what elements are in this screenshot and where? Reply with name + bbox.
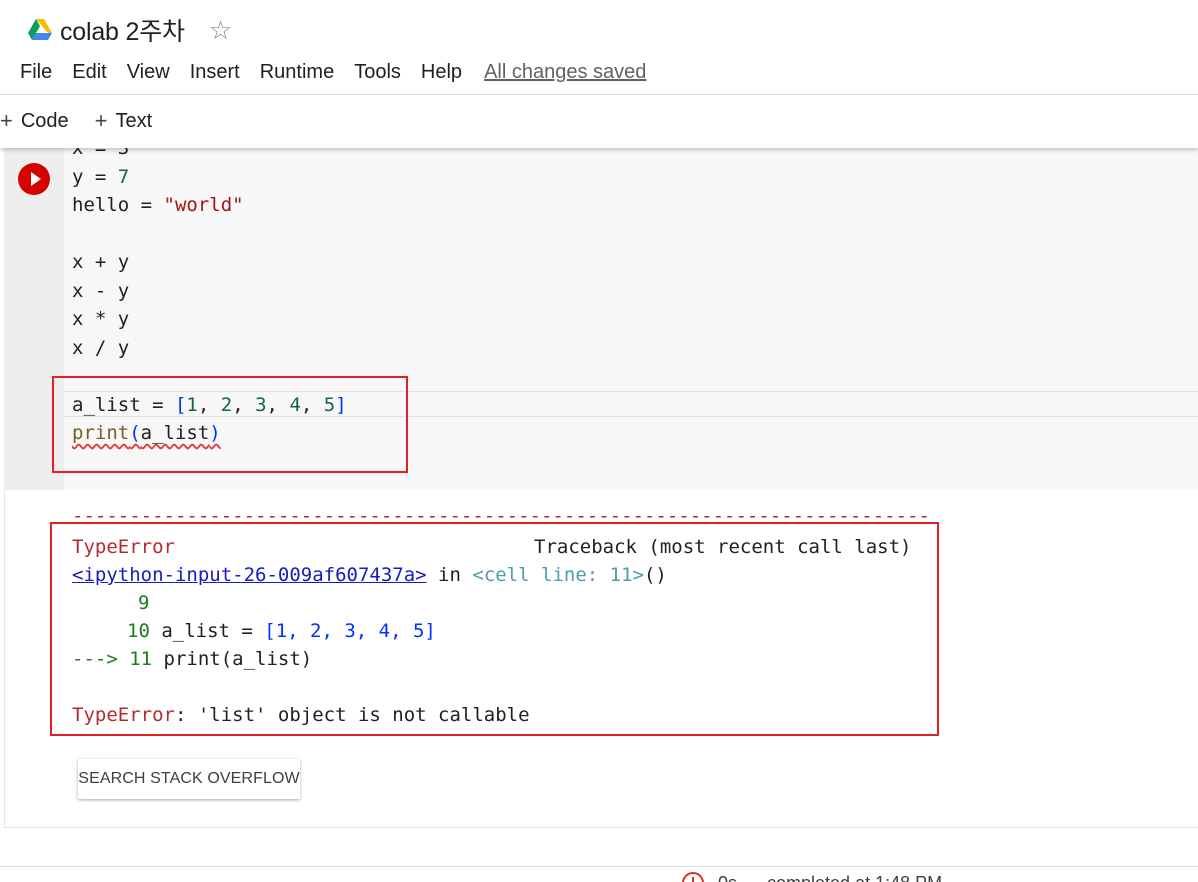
star-outline-icon[interactable]: ☆	[209, 17, 232, 43]
code-number: 7	[117, 166, 130, 188]
menu-tools[interactable]: Tools	[354, 61, 401, 84]
header-divider	[0, 94, 1198, 95]
menu-bar: File Edit View Insert Runtime Tools Help…	[20, 58, 646, 86]
code-line-8[interactable]: x / y	[72, 334, 129, 362]
code-line-5[interactable]: x + y	[72, 248, 129, 276]
run-cell-button[interactable]	[18, 163, 50, 195]
add-text-label: Text	[115, 109, 153, 132]
menu-help[interactable]: Help	[421, 61, 462, 84]
code-line-3[interactable]: hello = "world"	[72, 191, 244, 219]
google-drive-icon[interactable]	[28, 19, 52, 41]
error-circle-icon	[682, 872, 704, 882]
code-line-6[interactable]: x - y	[72, 277, 129, 305]
menu-file[interactable]: File	[20, 61, 52, 84]
notebook-title[interactable]: colab 2주차	[60, 12, 185, 48]
code-token: y =	[72, 166, 118, 188]
menu-edit[interactable]: Edit	[72, 61, 106, 84]
status-bar: 0s completed at 1:48 PM	[682, 872, 942, 882]
add-code-button[interactable]: + Code	[0, 108, 69, 134]
menu-insert[interactable]: Insert	[190, 61, 240, 84]
search-stack-overflow-button[interactable]: SEARCH STACK OVERFLOW	[78, 759, 300, 799]
highlight-box-code	[52, 376, 408, 473]
app-header: colab 2주차 ☆ File Edit View Insert Runtim…	[0, 0, 1198, 148]
elapsed-time: 0s	[718, 873, 737, 882]
add-code-label: Code	[20, 109, 69, 132]
save-status-link[interactable]: All changes saved	[484, 61, 646, 84]
menu-runtime[interactable]: Runtime	[260, 61, 334, 84]
status-divider	[0, 866, 1198, 867]
add-text-button[interactable]: + Text	[95, 108, 153, 134]
menu-view[interactable]: View	[127, 61, 170, 84]
title-row: colab 2주차 ☆	[28, 12, 232, 48]
code-line-2[interactable]: y = 7	[72, 163, 129, 191]
completed-status: completed at 1:48 PM	[767, 873, 942, 882]
plus-icon: +	[94, 108, 108, 133]
code-token: hello =	[72, 194, 164, 216]
highlight-box-output	[50, 522, 939, 736]
toolbar: + Code + Text	[0, 106, 178, 136]
code-string: "world"	[163, 194, 244, 216]
plus-icon: +	[0, 108, 13, 133]
code-line-7[interactable]: x * y	[72, 305, 129, 333]
